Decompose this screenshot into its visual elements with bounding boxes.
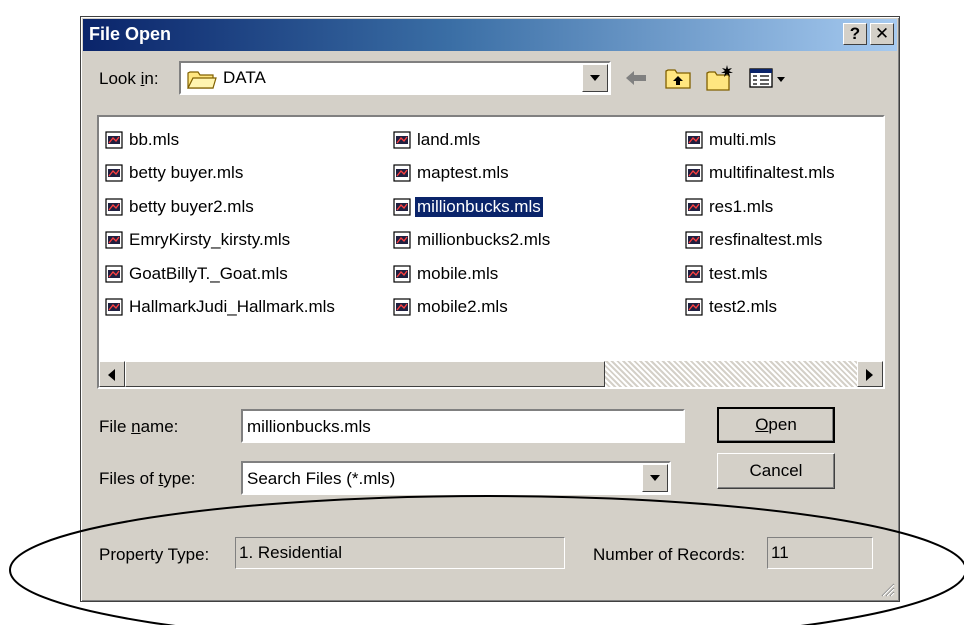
file-item-label: betty buyer2.mls: [129, 196, 254, 216]
file-type-dropdown-button[interactable]: [642, 464, 668, 492]
back-arrow-icon[interactable]: [621, 63, 651, 93]
records-count-value: 11: [771, 543, 789, 562]
file-item[interactable]: multifinaltest.mls: [685, 157, 837, 191]
file-item-label: res1.mls: [709, 196, 774, 216]
up-folder-icon[interactable]: [663, 63, 693, 93]
look-in-dropdown[interactable]: DATA: [179, 61, 611, 95]
file-item[interactable]: land.mls: [393, 123, 552, 157]
file-name-input[interactable]: millionbucks.mls: [241, 409, 685, 443]
chevron-down-icon: [650, 475, 660, 481]
file-item[interactable]: test.mls: [685, 257, 837, 291]
mls-file-icon: [685, 265, 703, 283]
file-item-label: EmryKirsty_kirsty.mls: [129, 230, 291, 250]
mls-file-icon: [393, 164, 411, 182]
mls-file-icon: [685, 164, 703, 182]
file-open-dialog: File Open ? ✕ Look in: DATA bb.mls betty …: [80, 16, 900, 602]
property-type-label: Property Type:: [99, 545, 210, 564]
mls-file-icon: [105, 198, 123, 216]
file-list[interactable]: bb.mls betty buyer.mls betty buyer2.mls Emr…: [97, 115, 885, 389]
file-item-label: bb.mls: [129, 129, 180, 149]
file-item[interactable]: millionbucks2.mls: [393, 224, 552, 258]
chevron-down-icon: [590, 75, 600, 81]
file-item[interactable]: HallmarkJudi_Hallmark.mls: [105, 291, 337, 325]
file-item-label: test.mls: [709, 263, 768, 283]
chevron-left-icon: [108, 369, 115, 381]
file-item[interactable]: mobile2.mls: [393, 291, 552, 325]
scrollbar-thumb[interactable]: [125, 361, 605, 387]
file-item[interactable]: millionbucks.mls: [393, 190, 552, 224]
file-item[interactable]: resfinaltest.mls: [685, 224, 837, 258]
file-item-label: millionbucks.mls: [414, 195, 544, 218]
view-menu-icon[interactable]: [747, 63, 793, 93]
property-type-field: 1. Residential: [235, 537, 565, 569]
mls-file-icon: [685, 131, 703, 149]
open-button[interactable]: Open: [717, 407, 835, 443]
records-count-field: 11: [767, 537, 873, 569]
file-item-label: multi.mls: [709, 129, 777, 149]
mls-file-icon: [105, 265, 123, 283]
dialog-title: File Open: [89, 24, 172, 44]
property-type-value: 1. Residential: [239, 543, 343, 562]
chevron-right-icon: [866, 369, 873, 381]
close-button[interactable]: ✕: [870, 23, 894, 45]
file-item[interactable]: bb.mls: [105, 123, 337, 157]
file-type-value: Search Files (*.mls): [247, 469, 396, 488]
resize-grip-icon[interactable]: [879, 581, 895, 597]
file-item-label: mobile.mls: [417, 263, 499, 283]
file-name-value: millionbucks.mls: [247, 417, 371, 436]
file-item-label: test2.mls: [709, 297, 778, 317]
file-item-label: HallmarkJudi_Hallmark.mls: [129, 297, 335, 317]
folder-icon: [187, 71, 217, 89]
file-item-label: GoatBillyT._Goat.mls: [129, 263, 288, 283]
file-column-2: land.mls maptest.mls millionbucks.mls milli…: [393, 123, 552, 324]
file-item-label: mobile2.mls: [417, 297, 508, 317]
mls-file-icon: [105, 164, 123, 182]
file-item[interactable]: betty buyer.mls: [105, 157, 337, 191]
file-name-label: File name:: [99, 417, 179, 436]
mls-file-icon: [105, 131, 123, 149]
mls-file-icon: [393, 265, 411, 283]
file-item-label: millionbucks2.mls: [417, 230, 551, 250]
mls-file-icon: [685, 298, 703, 316]
look-in-value: DATA: [223, 68, 266, 87]
file-item[interactable]: multi.mls: [685, 123, 837, 157]
file-item-label: multifinaltest.mls: [709, 163, 835, 183]
file-item[interactable]: test2.mls: [685, 291, 837, 325]
file-item[interactable]: mobile.mls: [393, 257, 552, 291]
scroll-right-button[interactable]: [857, 361, 883, 387]
cancel-button[interactable]: Cancel: [717, 453, 835, 489]
mls-file-icon: [685, 198, 703, 216]
file-item-label: betty buyer.mls: [129, 163, 244, 183]
mls-file-icon: [393, 131, 411, 149]
scroll-left-button[interactable]: [99, 361, 125, 387]
mls-file-icon: [685, 231, 703, 249]
horizontal-scrollbar[interactable]: [99, 361, 883, 387]
mls-file-icon: [105, 231, 123, 249]
file-item-label: land.mls: [417, 129, 481, 149]
mls-file-icon: [393, 231, 411, 249]
file-column-1: bb.mls betty buyer.mls betty buyer2.mls Emr…: [105, 123, 337, 324]
mls-file-icon: [393, 298, 411, 316]
mls-file-icon: [105, 298, 123, 316]
file-item[interactable]: EmryKirsty_kirsty.mls: [105, 224, 337, 258]
file-type-label: Files of type:: [99, 469, 196, 488]
file-type-dropdown[interactable]: Search Files (*.mls): [241, 461, 671, 495]
records-count-label: Number of Records:: [593, 545, 746, 564]
title-bar[interactable]: File Open ? ✕: [83, 19, 897, 51]
mls-file-icon: [393, 198, 411, 216]
help-button[interactable]: ?: [843, 23, 867, 45]
file-item-label: resfinaltest.mls: [709, 230, 823, 250]
file-item[interactable]: maptest.mls: [393, 157, 552, 191]
look-in-dropdown-button[interactable]: [582, 64, 608, 92]
file-column-3: multi.mls multifinaltest.mls res1.mls resfi…: [685, 123, 837, 324]
look-in-label: Look in:: [99, 69, 159, 88]
file-item-label: maptest.mls: [417, 163, 509, 183]
file-item[interactable]: res1.mls: [685, 190, 837, 224]
new-folder-icon[interactable]: [705, 63, 735, 93]
file-item[interactable]: betty buyer2.mls: [105, 190, 337, 224]
file-item[interactable]: GoatBillyT._Goat.mls: [105, 257, 337, 291]
